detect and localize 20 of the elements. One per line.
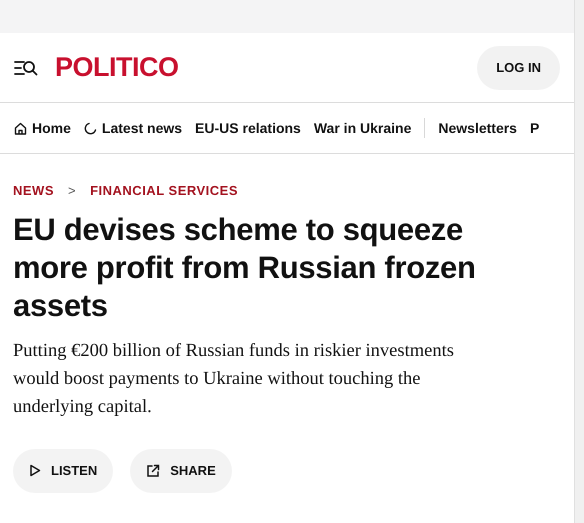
breadcrumb-link[interactable]: FINANCIAL SERVICES <box>90 181 238 200</box>
share-icon <box>146 464 160 478</box>
breadcrumb-separator: > <box>67 182 78 200</box>
nav-link[interactable]: P <box>530 118 540 138</box>
article-summary: Putting €200 billion of Russian funds in riskier investments would boost payments to Ukraine without touching the underlying capital. <box>12 340 455 418</box>
nav-link[interactable]: Newsletters <box>438 118 517 138</box>
nav-link[interactable]: Home <box>14 118 71 138</box>
politico-logo[interactable]: POLITICO <box>55 47 178 88</box>
play-icon <box>29 464 41 477</box>
breadcrumb-link[interactable]: NEWS <box>13 181 54 200</box>
nav-link[interactable]: War in Ukraine <box>314 118 412 138</box>
crescent-icon <box>84 122 97 134</box>
home-icon <box>14 122 27 134</box>
nav-link[interactable]: Latest news <box>84 118 182 138</box>
share-button[interactable]: SHARE <box>130 448 232 492</box>
search-menu-icon[interactable] <box>14 58 38 76</box>
article-headline: EU devises scheme to squeeze more profit from Russian frozen assets <box>12 210 477 324</box>
listen-button[interactable]: LISTEN <box>13 448 114 492</box>
login-button[interactable]: LOG IN <box>477 46 560 90</box>
nav-link[interactable]: EU-US relations <box>195 118 301 138</box>
